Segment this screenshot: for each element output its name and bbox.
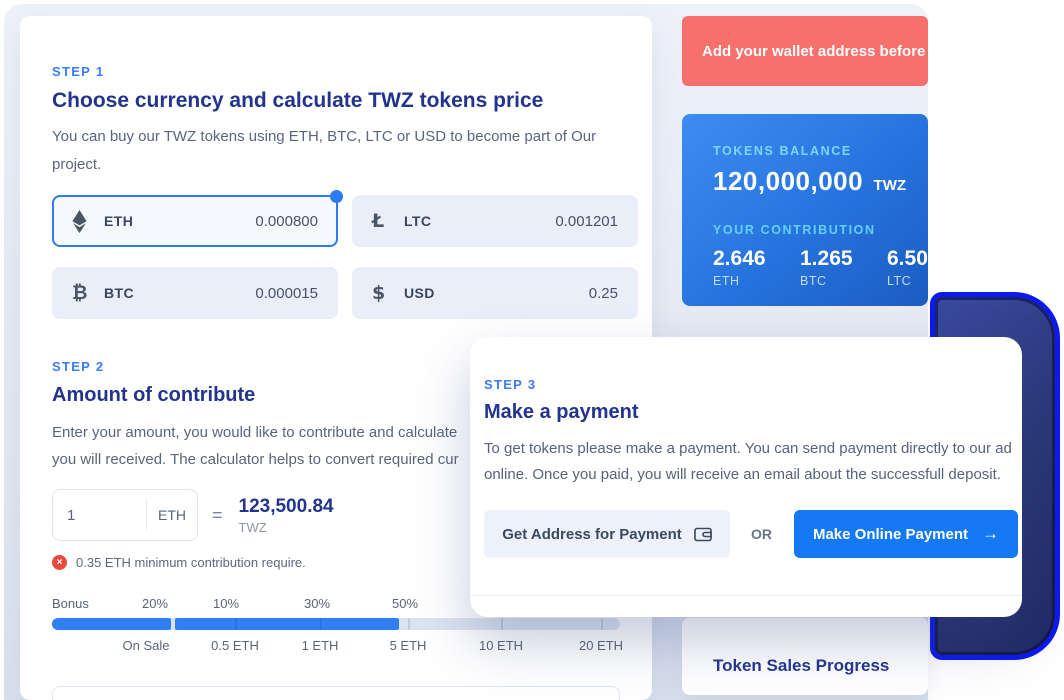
step3-title: Make a payment: [484, 401, 1022, 424]
ico-purchase-screen: STEP 1 Choose currency and calculate TWZ…: [0, 0, 1064, 700]
token-sales-progress-title: Token Sales Progress: [713, 656, 928, 676]
bonus-progress-fill: [52, 618, 171, 630]
contribution-value: 2.646: [713, 247, 800, 271]
tick-label: 20 ETH: [579, 638, 623, 653]
currency-option-eth[interactable]: ETH 0.000800: [52, 195, 338, 247]
get-address-label: Get Address for Payment: [502, 526, 682, 543]
amount-input[interactable]: 1 ETH: [52, 489, 198, 541]
make-payment-card: STEP 3 Make a payment To get tokens plea…: [470, 337, 1022, 617]
result-currency: TWZ: [239, 520, 334, 535]
tick-label: 0.5 ETH: [211, 638, 259, 653]
bonus-summary: + 20% SALE BONUS + 30% AMOUNT BONUS TOTA…: [52, 686, 620, 700]
tick-label: On Sale: [123, 638, 170, 653]
step1-title: Choose currency and calculate TWZ tokens…: [52, 89, 620, 113]
contribution-btc: 1.265 BTC: [800, 247, 887, 288]
contribution-eth: 2.646 ETH: [713, 247, 800, 288]
bonus-progress-fill: [175, 618, 399, 630]
contribution-label: BTC: [800, 274, 887, 288]
tick-mark: [501, 618, 503, 630]
wallet-icon: [694, 527, 712, 542]
amount-value[interactable]: 1: [53, 507, 146, 524]
arrow-right-icon: →: [982, 524, 999, 544]
tokens-balance-value: 120,000,000: [713, 166, 863, 196]
online-payment-label: Make Online Payment: [813, 526, 968, 543]
tick-mark: [408, 618, 410, 630]
bitcoin-icon: ₿: [72, 282, 98, 305]
token-sales-progress-panel: Token Sales Progress: [682, 617, 928, 695]
currency-code: LTC: [404, 213, 431, 229]
bonus-tick-labels: On Sale 0.5 ETH 1 ETH 5 ETH 10 ETH 20 ET…: [52, 638, 620, 658]
bonus-percent: 10%: [213, 596, 239, 611]
amount-currency-suffix: ETH: [147, 507, 197, 523]
bonus-progress-track: [52, 618, 620, 630]
tokens-balance-unit: TWZ: [874, 177, 906, 194]
wallet-warning-banner[interactable]: Add your wallet address before bu: [682, 16, 928, 86]
currency-option-btc[interactable]: ₿ BTC 0.000015: [52, 267, 338, 319]
currency-code: BTC: [104, 285, 134, 301]
step1-description: You can buy our TWZ tokens using ETH, BT…: [52, 123, 608, 179]
tick-mark: [601, 618, 603, 630]
bonus-percent: 30%: [304, 596, 330, 611]
currency-rate: 0.000800: [255, 213, 318, 230]
currency-rate: 0.001201: [555, 213, 618, 230]
dollar-icon: $: [372, 282, 398, 304]
get-address-button[interactable]: Get Address for Payment: [484, 510, 730, 558]
make-online-payment-button[interactable]: Make Online Payment →: [794, 510, 1018, 558]
payment-card-divider: [470, 595, 1022, 596]
currency-options: ETH 0.000800 Ł LTC 0.001201 ₿ BTC 0.0000…: [52, 195, 638, 319]
bonus-percent: 50%: [392, 596, 418, 611]
bonus-percent: 20%: [142, 596, 168, 611]
equals-sign: =: [212, 505, 223, 526]
step3-label: STEP 3: [484, 377, 1022, 392]
contribution-label: LTC: [887, 274, 928, 288]
tokens-balance-caption: TOKENS BALANCE: [713, 144, 928, 158]
tick-label: 10 ETH: [479, 638, 523, 653]
step3-description-line2: online. Once you paid, you will receive …: [484, 462, 1022, 488]
tick-label: 5 ETH: [390, 638, 427, 653]
step3-description-line1: To get tokens please make a payment. You…: [484, 436, 1022, 462]
contribution-caption: YOUR CONTRIBUTION: [713, 223, 928, 237]
currency-rate: 0.25: [589, 285, 618, 302]
or-label: OR: [751, 526, 772, 542]
contribution-value: 1.265: [800, 247, 887, 271]
litecoin-icon: Ł: [372, 210, 398, 232]
currency-code: ETH: [104, 213, 133, 229]
error-message: 0.35 ETH minimum contribution require.: [76, 555, 306, 570]
bonus-label: Bonus: [52, 596, 89, 611]
wallet-warning-text: Add your wallet address before bu: [682, 43, 928, 60]
tokens-balance-card: TOKENS BALANCE 120,000,000 TWZ YOUR CONT…: [682, 114, 928, 306]
currency-code: USD: [404, 285, 435, 301]
error-icon: ×: [52, 555, 67, 570]
currency-option-usd[interactable]: $ USD 0.25: [352, 267, 638, 319]
tick-mark: [235, 618, 237, 630]
result-value: 123,500.84: [239, 496, 334, 518]
contribution-label: ETH: [713, 274, 800, 288]
conversion-result: 123,500.84 TWZ: [239, 496, 334, 535]
currency-rate: 0.000015: [255, 285, 318, 302]
tick-mark: [320, 618, 322, 630]
contribution-value: 6.500: [887, 247, 928, 271]
ethereum-icon: [72, 210, 98, 233]
tick-label: 1 ETH: [302, 638, 339, 653]
step1-label: STEP 1: [52, 64, 620, 79]
contribution-values: 2.646 ETH 1.265 BTC 6.500 LTC: [713, 247, 928, 288]
currency-option-ltc[interactable]: Ł LTC 0.001201: [352, 195, 638, 247]
contribution-ltc: 6.500 LTC: [887, 247, 928, 288]
